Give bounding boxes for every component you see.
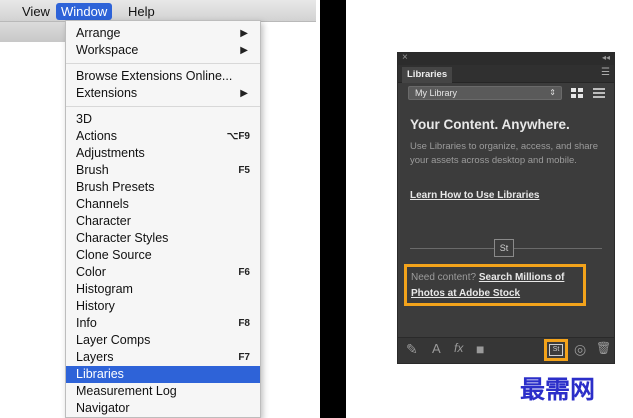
select-arrows-icon: ⇕ bbox=[549, 88, 556, 97]
menu-item-3d[interactable]: 3D bbox=[66, 111, 260, 128]
shortcut-label: F8 bbox=[238, 318, 250, 329]
menu-item-history[interactable]: History bbox=[66, 298, 260, 315]
black-divider bbox=[320, 0, 346, 418]
window-menu: Arrange ▶ Workspace ▶ Browse Extensions On… bbox=[65, 20, 261, 418]
menu-item-workspace[interactable]: Workspace ▶ bbox=[66, 42, 260, 59]
need-content-label: Need content? bbox=[411, 272, 477, 283]
collapse-icon[interactable]: ◂◂ bbox=[602, 53, 610, 62]
menu-separator bbox=[66, 106, 260, 107]
layer-style-icon[interactable]: fx bbox=[454, 341, 463, 355]
color-swatch-icon[interactable]: ■ bbox=[476, 341, 484, 357]
libraries-panel: × ◂◂ Libraries ☰ My Library ⇕ Your Conte… bbox=[397, 52, 615, 364]
library-select[interactable]: My Library ⇕ bbox=[408, 86, 562, 100]
panel-menu-icon[interactable]: ☰ bbox=[601, 67, 610, 78]
menu-item-measurement-log[interactable]: Measurement Log bbox=[66, 383, 260, 400]
tab-libraries[interactable]: Libraries bbox=[402, 67, 453, 83]
panel-heading: Your Content. Anywhere. bbox=[410, 117, 570, 132]
menu-item-arrange[interactable]: Arrange ▶ bbox=[66, 25, 260, 42]
sync-icon[interactable]: ◎ bbox=[574, 341, 586, 358]
menu-item-brush-presets[interactable]: Brush Presets bbox=[66, 179, 260, 196]
panel-tab-bar: Libraries ☰ bbox=[398, 65, 614, 83]
panel-title-strip: × ◂◂ bbox=[398, 52, 614, 65]
menu-item-character-styles[interactable]: Character Styles bbox=[66, 230, 260, 247]
menu-item-actions[interactable]: Actions ⌥F9 bbox=[66, 128, 260, 145]
grid-view-icon[interactable] bbox=[570, 86, 584, 100]
menu-backdrop bbox=[0, 22, 65, 42]
shortcut-label: F5 bbox=[238, 165, 250, 176]
list-view-icon[interactable] bbox=[592, 86, 606, 100]
stock-callout: Need content? Search Millions of Photos … bbox=[404, 264, 586, 306]
menu-item-adjustments[interactable]: Adjustments bbox=[66, 145, 260, 162]
menu-item-color[interactable]: Color F6 bbox=[66, 264, 260, 281]
stock-badge-icon: St bbox=[494, 239, 514, 257]
submenu-arrow-icon: ▶ bbox=[240, 45, 248, 56]
shortcut-label: ⌥F9 bbox=[226, 131, 250, 142]
learn-libraries-link[interactable]: Learn How to Use Libraries bbox=[410, 190, 539, 201]
shortcut-label: F7 bbox=[238, 352, 250, 363]
menu-item-navigator[interactable]: Navigator bbox=[66, 400, 260, 417]
watermark-logo: 最需网 bbox=[520, 375, 596, 404]
menu-separator bbox=[66, 63, 260, 64]
menu-item-layers[interactable]: Layers F7 bbox=[66, 349, 260, 366]
menu-item-browse-extensions[interactable]: Browse Extensions Online... bbox=[66, 68, 260, 85]
submenu-arrow-icon: ▶ bbox=[240, 88, 248, 99]
brush-icon[interactable]: ✎ bbox=[406, 341, 418, 358]
menu-item-character[interactable]: Character bbox=[66, 213, 260, 230]
panel-description: Use Libraries to organize, access, and s… bbox=[410, 141, 598, 166]
menu-item-extensions[interactable]: Extensions ▶ bbox=[66, 85, 260, 102]
menu-item-libraries[interactable]: Libraries bbox=[66, 366, 260, 383]
menu-item-channels[interactable]: Channels bbox=[66, 196, 260, 213]
adobe-stock-button[interactable]: St bbox=[544, 339, 568, 361]
menu-item-layer-comps[interactable]: Layer Comps bbox=[66, 332, 260, 349]
menu-help[interactable]: Help bbox=[124, 3, 159, 20]
menu-item-histogram[interactable]: Histogram bbox=[66, 281, 260, 298]
menu-view[interactable]: View bbox=[18, 3, 54, 20]
character-style-icon[interactable]: A bbox=[432, 341, 441, 356]
menu-bar: View Window Help bbox=[0, 0, 316, 22]
menu-window[interactable]: Window bbox=[56, 3, 113, 20]
shortcut-label: F6 bbox=[238, 267, 250, 278]
trash-icon[interactable]: 🗑 bbox=[596, 341, 611, 355]
menu-item-clone-source[interactable]: Clone Source bbox=[66, 247, 260, 264]
submenu-arrow-icon: ▶ bbox=[240, 28, 248, 39]
panel-footer: ✎ A fx ■ St ◎ 🗑 bbox=[398, 337, 614, 363]
menu-item-brush[interactable]: Brush F5 bbox=[66, 162, 260, 179]
close-icon[interactable]: × bbox=[402, 52, 408, 63]
menu-item-info[interactable]: Info F8 bbox=[66, 315, 260, 332]
